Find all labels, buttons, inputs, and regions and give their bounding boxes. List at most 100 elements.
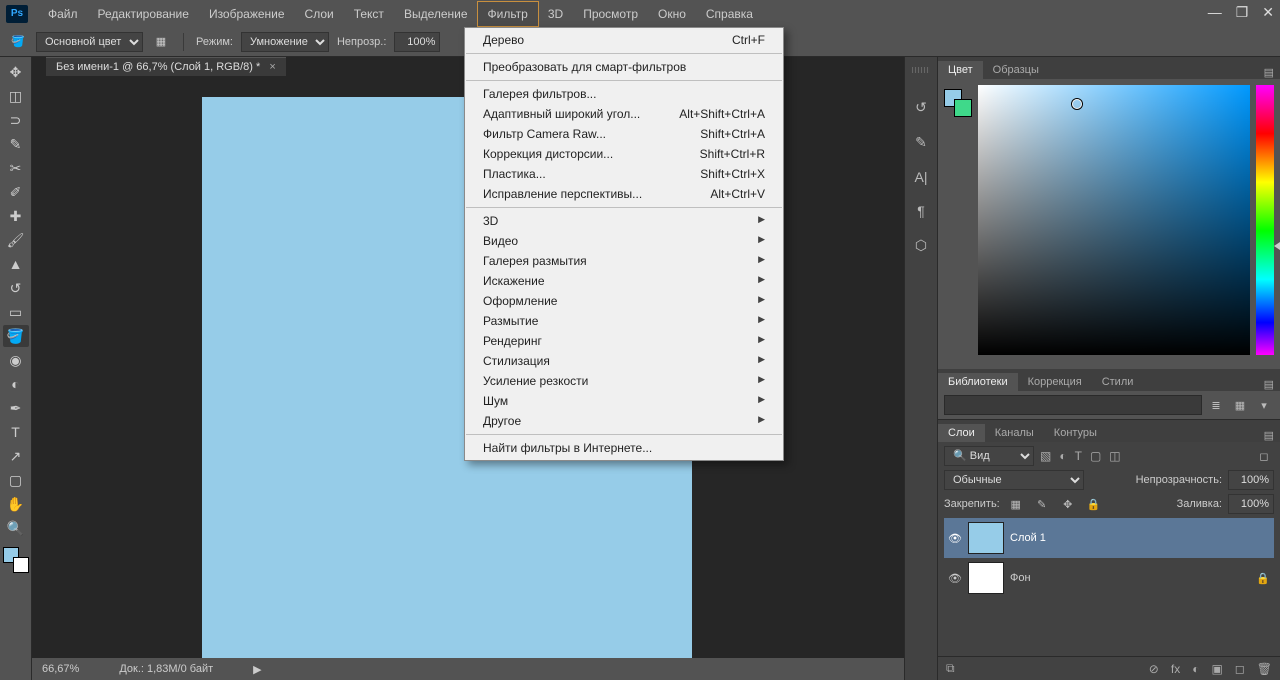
stamp-tool[interactable]: ▲ (3, 253, 29, 275)
menu-файл[interactable]: Файл (38, 2, 88, 26)
move-tool[interactable]: ✥ (3, 61, 29, 83)
layers-footer-button[interactable]: fx (1171, 662, 1180, 676)
menu-3d[interactable]: 3D (538, 2, 573, 26)
lock-move-icon[interactable]: ✥ (1058, 494, 1078, 514)
link-layers-icon[interactable]: ⧉ (946, 661, 955, 676)
layer-opacity-field[interactable]: 100% (1228, 470, 1274, 490)
window-minimize-button[interactable]: — (1208, 4, 1222, 21)
layers-footer-button[interactable]: ◐ (1192, 662, 1199, 676)
close-tab-icon[interactable]: × (269, 61, 275, 73)
menu-текст[interactable]: Текст (344, 2, 394, 26)
menu-item[interactable]: Найти фильтры в Интернете... (465, 438, 783, 458)
menu-item[interactable]: Исправление перспективы...Alt+Ctrl+V (465, 184, 783, 204)
paragraph-icon[interactable]: ¶ (917, 203, 925, 219)
layer-fill-field[interactable]: 100% (1228, 494, 1274, 514)
pen-tool[interactable]: ✒ (3, 397, 29, 419)
menu-справка[interactable]: Справка (696, 2, 763, 26)
blend-mode-select[interactable]: Умножение (241, 32, 329, 52)
menu-item[interactable]: Коррекция дисторсии...Shift+Ctrl+R (465, 144, 783, 164)
filter-shape-icon[interactable]: ▢ (1090, 449, 1101, 463)
layers-footer-button[interactable]: 🗑 (1257, 662, 1272, 676)
zoom-tool[interactable]: 🔍 (3, 517, 29, 539)
lock-all-icon[interactable]: 🔒 (1084, 494, 1104, 514)
menu-выделение[interactable]: Выделение (394, 2, 478, 26)
document-tab[interactable]: Без имени-1 @ 66,7% (Слой 1, RGB/8) * × (46, 57, 286, 76)
tab-adjustments[interactable]: Коррекция (1018, 373, 1092, 391)
eyedropper-tool[interactable]: ✐ (3, 181, 29, 203)
filter-toggle-icon[interactable]: ◻ (1254, 446, 1274, 466)
brush-tool[interactable]: 🖌 (3, 229, 29, 251)
lasso-tool[interactable]: ⊃ (3, 109, 29, 131)
blur-tool[interactable]: ◉ (3, 349, 29, 371)
menu-item[interactable]: Преобразовать для смарт-фильтров (465, 57, 783, 77)
window-restore-button[interactable]: ❐ (1236, 4, 1249, 21)
menu-item[interactable]: Галерея размытия (465, 251, 783, 271)
color-field[interactable] (978, 85, 1250, 355)
tab-swatches[interactable]: Образцы (983, 61, 1049, 79)
filter-smart-icon[interactable]: ◫ (1109, 449, 1120, 463)
filter-pixel-icon[interactable]: ▧ (1040, 449, 1051, 463)
color-swatch-pair[interactable] (3, 547, 29, 573)
layer-filter-kind-select[interactable]: 🔍 Вид (944, 446, 1034, 466)
menu-фильтр[interactable]: Фильтр (478, 2, 538, 26)
menu-item[interactable]: Оформление (465, 291, 783, 311)
menu-item[interactable]: Пластика...Shift+Ctrl+X (465, 164, 783, 184)
list-view-icon[interactable]: ≣ (1206, 395, 1226, 415)
menu-окно[interactable]: Окно (648, 2, 696, 26)
hand-tool[interactable]: ✋ (3, 493, 29, 515)
pattern-swatch-icon[interactable]: ▦ (151, 32, 171, 52)
character-icon[interactable]: A| (915, 169, 928, 185)
color-swatch-pair[interactable] (944, 89, 972, 117)
type-tool[interactable]: T (3, 421, 29, 443)
opacity-value-field[interactable]: 100% (394, 32, 440, 52)
visibility-icon[interactable]: 👁 (948, 532, 962, 545)
quick-select-tool[interactable]: ✎ (3, 133, 29, 155)
menu-item[interactable]: Усиление резкости (465, 371, 783, 391)
tab-styles[interactable]: Стили (1092, 373, 1144, 391)
background-swatch[interactable] (954, 99, 972, 117)
panel-grip-icon[interactable] (912, 67, 930, 73)
menu-изображение[interactable]: Изображение (199, 2, 295, 26)
menu-item[interactable]: Другое (465, 411, 783, 431)
layers-footer-button[interactable]: ◻ (1235, 662, 1245, 676)
menu-item[interactable]: 3D (465, 211, 783, 231)
panel-menu-icon[interactable]: ▤ (1258, 66, 1280, 79)
history-icon[interactable]: ↺ (915, 99, 927, 116)
filter-type-icon[interactable]: T (1075, 449, 1082, 463)
bucket-tool[interactable]: 🪣 (3, 325, 29, 347)
tab-color[interactable]: Цвет (938, 61, 983, 79)
visibility-icon[interactable]: 👁 (948, 572, 962, 585)
properties-icon[interactable]: ✎ (915, 134, 927, 151)
menu-слои[interactable]: Слои (295, 2, 344, 26)
layers-footer-button[interactable]: ▣ (1211, 662, 1222, 676)
filter-adjust-icon[interactable]: ◐ (1059, 449, 1066, 463)
chevron-down-icon[interactable]: ▾ (1254, 395, 1274, 415)
menu-item[interactable]: Рендеринг (465, 331, 783, 351)
lock-pixels-icon[interactable]: ▦ (1006, 494, 1026, 514)
3d-icon[interactable]: ⬡ (915, 237, 927, 254)
history-tool[interactable]: ↺ (3, 277, 29, 299)
menu-item[interactable]: Шум (465, 391, 783, 411)
marquee-tool[interactable]: ◫ (3, 85, 29, 107)
menu-item[interactable]: Адаптивный широкий угол...Alt+Shift+Ctrl… (465, 104, 783, 124)
shape-tool[interactable]: ▢ (3, 469, 29, 491)
foreground-fill-select[interactable]: Основной цвет (36, 32, 143, 52)
layers-footer-button[interactable]: ⊘ (1149, 662, 1159, 676)
library-search-input[interactable] (944, 395, 1202, 415)
layer-row[interactable]: 👁Слой 1 (944, 518, 1274, 558)
zoom-level[interactable]: 66,67% (42, 663, 79, 675)
lock-position-icon[interactable]: ✎ (1032, 494, 1052, 514)
panel-menu-icon[interactable]: ▤ (1258, 378, 1280, 391)
tab-channels[interactable]: Каналы (985, 424, 1044, 442)
hue-strip[interactable] (1256, 85, 1274, 355)
panel-menu-icon[interactable]: ▤ (1258, 429, 1280, 442)
tab-paths[interactable]: Контуры (1044, 424, 1107, 442)
menu-редактирование[interactable]: Редактирование (88, 2, 199, 26)
tab-libraries[interactable]: Библиотеки (938, 373, 1018, 391)
chevron-right-icon[interactable]: ▶ (253, 663, 261, 676)
menu-item[interactable]: Стилизация (465, 351, 783, 371)
path-tool[interactable]: ↗ (3, 445, 29, 467)
menu-просмотр[interactable]: Просмотр (573, 2, 648, 26)
menu-item[interactable]: Фильтр Camera Raw...Shift+Ctrl+A (465, 124, 783, 144)
layer-row[interactable]: 👁Фон🔒 (944, 558, 1274, 598)
